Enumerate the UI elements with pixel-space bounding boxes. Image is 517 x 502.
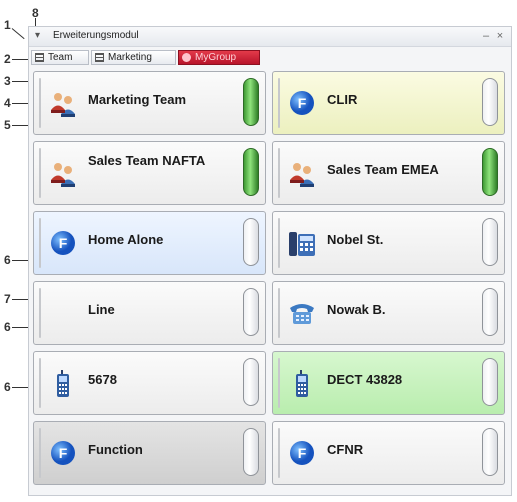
key-button-label: Nowak B. bbox=[327, 302, 386, 317]
function-icon: F bbox=[287, 438, 317, 468]
button-edge-bar bbox=[39, 78, 41, 128]
key-button[interactable]: 5678 bbox=[33, 351, 266, 415]
status-lamp bbox=[482, 288, 498, 336]
function-icon: F bbox=[48, 228, 78, 258]
minimize-icon[interactable]: – bbox=[479, 29, 493, 43]
key-button-label: Sales Team EMEA bbox=[327, 162, 439, 177]
callout-label: 1 bbox=[4, 18, 11, 32]
key-button[interactable]: Marketing Team bbox=[33, 71, 266, 135]
status-lamp bbox=[243, 78, 259, 126]
window-title: Erweiterungsmodul bbox=[53, 30, 139, 41]
tab-marketing[interactable]: Marketing bbox=[91, 50, 176, 65]
status-lamp bbox=[243, 358, 259, 406]
tab-mygroup[interactable]: MyGroup bbox=[178, 50, 260, 65]
mobile-phone-icon bbox=[287, 368, 317, 398]
callout-label: 2 bbox=[4, 52, 11, 66]
key-button-label: Marketing Team bbox=[88, 92, 187, 107]
status-lamp bbox=[243, 288, 259, 336]
key-button-label: CLIR bbox=[327, 92, 358, 107]
key-button-label: Function bbox=[88, 442, 143, 457]
callout-label: 4 bbox=[4, 96, 11, 110]
key-button[interactable]: Sales Team NAFTA bbox=[33, 141, 266, 205]
window-menu-icon[interactable]: ▾ bbox=[35, 30, 40, 41]
title-bar[interactable]: ▾ Erweiterungsmodul – × bbox=[29, 27, 511, 47]
key-button[interactable]: Sales Team EMEA bbox=[272, 141, 505, 205]
tab-label: MyGroup bbox=[195, 52, 237, 63]
status-lamp bbox=[482, 358, 498, 406]
key-button[interactable]: F Home Alone bbox=[33, 211, 266, 275]
button-edge-bar bbox=[39, 358, 41, 408]
team-icon bbox=[48, 158, 78, 188]
status-lamp bbox=[482, 218, 498, 266]
key-button[interactable]: Nowak B. bbox=[272, 281, 505, 345]
key-button[interactable]: F CLIR bbox=[272, 71, 505, 135]
tab-label: Marketing bbox=[108, 52, 152, 63]
key-button-label: CFNR bbox=[327, 442, 364, 457]
button-edge-bar bbox=[39, 218, 41, 268]
button-edge-bar bbox=[278, 358, 280, 408]
extension-module-window: ▾ Erweiterungsmodul – × Team Marketing M… bbox=[28, 26, 512, 496]
tab-list-icon bbox=[35, 53, 44, 62]
key-button-label: Home Alone bbox=[88, 232, 164, 247]
team-icon bbox=[48, 88, 78, 118]
key-button[interactable]: F Function bbox=[33, 421, 266, 485]
status-lamp bbox=[482, 78, 498, 126]
tab-team[interactable]: Team bbox=[31, 50, 89, 65]
key-button-label: 5678 bbox=[88, 372, 117, 387]
status-lamp bbox=[243, 428, 259, 476]
callout-line bbox=[11, 28, 25, 40]
callout-label: 5 bbox=[4, 118, 11, 132]
button-edge-bar bbox=[278, 288, 280, 338]
status-lamp bbox=[482, 428, 498, 476]
tab-label: Team bbox=[48, 52, 73, 63]
button-edge-bar bbox=[278, 428, 280, 478]
callout-label: 6 bbox=[4, 380, 11, 394]
svg-text:F: F bbox=[59, 235, 68, 251]
button-edge-bar bbox=[39, 428, 41, 478]
team-icon bbox=[287, 158, 317, 188]
callout-label: 7 bbox=[4, 292, 11, 306]
function-icon: F bbox=[48, 438, 78, 468]
button-edge-bar bbox=[39, 148, 41, 198]
telephone-icon bbox=[287, 298, 317, 328]
tab-list-icon bbox=[95, 53, 104, 62]
status-lamp bbox=[482, 148, 498, 196]
button-edge-bar bbox=[39, 288, 41, 338]
key-button-label: DECT 43828 bbox=[327, 372, 403, 387]
desk-phone-icon bbox=[287, 228, 317, 258]
svg-text:F: F bbox=[298, 445, 307, 461]
status-lamp bbox=[243, 218, 259, 266]
svg-text:F: F bbox=[298, 95, 307, 111]
key-button-label: Nobel St. bbox=[327, 232, 384, 247]
svg-text:F: F bbox=[59, 445, 68, 461]
key-button[interactable]: Line bbox=[33, 281, 266, 345]
callout-label: 6 bbox=[4, 320, 11, 334]
key-button-grid: Marketing Team F CLIR Sales Team NAFTA Sales… bbox=[33, 71, 509, 493]
mobile-phone-icon bbox=[48, 368, 78, 398]
button-edge-bar bbox=[278, 78, 280, 128]
key-button[interactable]: DECT 43828 bbox=[272, 351, 505, 415]
group-icon bbox=[182, 53, 191, 62]
status-lamp bbox=[243, 148, 259, 196]
button-edge-bar bbox=[278, 148, 280, 198]
close-icon[interactable]: × bbox=[493, 29, 507, 43]
key-button[interactable]: Nobel St. bbox=[272, 211, 505, 275]
key-button-label: Line bbox=[88, 302, 115, 317]
key-button[interactable]: F CFNR bbox=[272, 421, 505, 485]
key-button-label: Sales Team NAFTA bbox=[88, 153, 206, 168]
callout-label: 3 bbox=[4, 74, 11, 88]
callout-label: 6 bbox=[4, 253, 11, 267]
function-icon: F bbox=[287, 88, 317, 118]
button-edge-bar bbox=[278, 218, 280, 268]
